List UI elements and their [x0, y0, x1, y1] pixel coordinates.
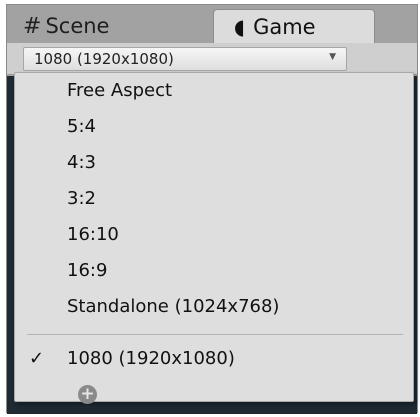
- tab-scene-label: Scene: [45, 14, 110, 38]
- menu-item-standalone[interactable]: Standalone (1024x768): [15, 289, 413, 323]
- menu-item-16-10[interactable]: 16:10: [15, 217, 413, 251]
- resolution-dropdown[interactable]: 1080 (1920x1080) ▼: [23, 47, 347, 71]
- game-toolbar: 1080 (1920x1080) ▼: [7, 43, 417, 75]
- menu-item-5-4[interactable]: 5:4: [15, 109, 413, 143]
- menu-item-label: 16:9: [67, 259, 108, 281]
- menu-item-3-2[interactable]: 3:2: [15, 181, 413, 215]
- menu-item-16-9[interactable]: 16:9: [15, 253, 413, 287]
- tab-game-label: Game: [253, 14, 316, 39]
- pacman-icon: ◖: [234, 14, 246, 39]
- menu-item-label: 4:3: [67, 151, 96, 173]
- menu-item-1080[interactable]: ✓ 1080 (1920x1080): [15, 341, 413, 375]
- tab-bar: # Scene ◖ Game: [7, 5, 417, 43]
- add-resolution-button[interactable]: +: [78, 385, 97, 404]
- chevron-down-icon: ▼: [329, 52, 336, 62]
- menu-item-4-3[interactable]: 4:3: [15, 145, 413, 179]
- menu-item-label: 1080 (1920x1080): [67, 347, 235, 369]
- menu-item-label: Standalone (1024x768): [67, 295, 280, 317]
- tab-scene[interactable]: # Scene: [23, 9, 109, 43]
- menu-item-label: 16:10: [67, 223, 119, 245]
- menu-item-label: 3:2: [67, 187, 96, 209]
- menu-separator: [27, 334, 403, 335]
- aspect-ratio-menu: Free Aspect 5:4 4:3 3:2 16:10 16:9 Stand…: [14, 72, 414, 404]
- checkmark-icon: ✓: [29, 347, 45, 369]
- resolution-dropdown-value: 1080 (1920x1080): [34, 50, 174, 68]
- menu-item-free-aspect[interactable]: Free Aspect: [15, 73, 413, 107]
- menu-item-label: Free Aspect: [67, 79, 173, 101]
- menu-item-label: 5:4: [67, 115, 96, 137]
- grid-icon: #: [23, 13, 42, 39]
- tab-game[interactable]: ◖ Game: [213, 9, 375, 43]
